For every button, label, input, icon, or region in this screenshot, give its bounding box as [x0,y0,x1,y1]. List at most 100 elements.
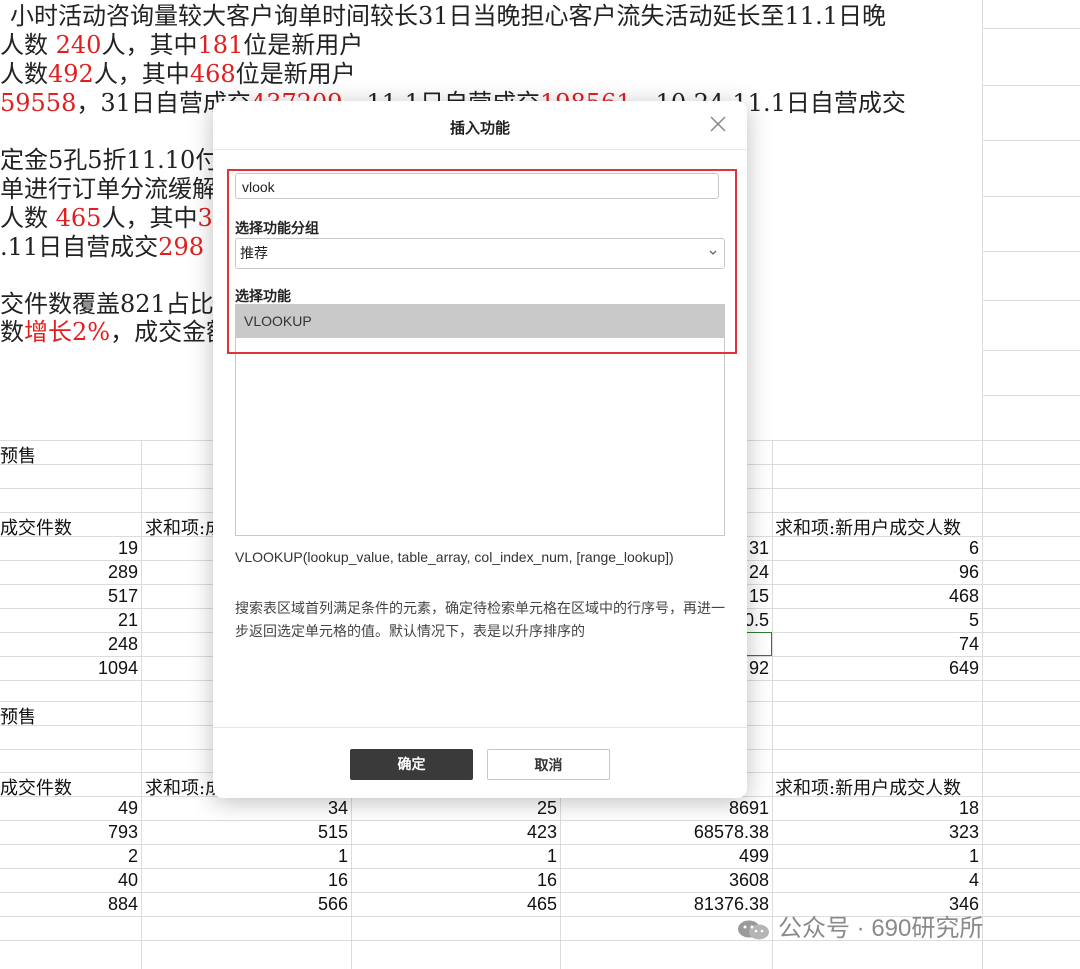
document-text: 位是新用户 [235,60,356,88]
table-cell-d[interactable]: 68578.38 [694,822,769,843]
document-text: 小时活动咨询量较大客户询单时间较长31日当晚担心客户流失活动延长至11.1日晚 [10,2,886,30]
table-cell-a[interactable]: 517 [108,586,138,607]
table-cell-d[interactable]: 8691 [729,798,769,819]
ok-button[interactable]: 确定 [350,749,473,780]
table2-header-e[interactable]: 求和项:新用户成交人数 [775,774,961,800]
table-cell-d[interactable]: 92 [749,658,769,679]
document-text: 人，其中 [93,60,190,88]
highlight-number: 增长2% [24,318,111,346]
table-cell-e[interactable]: 96 [959,562,979,583]
grid-row-line [982,196,1080,197]
table-cell-c[interactable]: 25 [537,798,557,819]
dialog-footer-divider [213,727,747,728]
document-line: 数增长2%，成交金额 [0,318,230,346]
table1-header-a[interactable]: 成交件数 [0,514,72,540]
dialog-header-divider [213,149,747,150]
document-line: 人数 240人，其中181位是新用户 [0,31,363,59]
grid-row-line [0,844,1080,845]
table-cell-e[interactable]: 4 [969,870,979,891]
table-cell-b[interactable]: 34 [328,798,348,819]
table-cell-a[interactable]: 40 [118,870,138,891]
highlight-number: 3 [197,204,213,232]
table2-header-a[interactable]: 成交件数 [0,774,72,800]
table1-header-e[interactable]: 求和项:新用户成交人数 [775,514,961,540]
close-icon[interactable] [707,113,729,135]
watermark: 公众号 · 690研究所 [736,908,983,943]
highlight-number: 181 [197,31,244,59]
table-cell-d[interactable]: 499 [739,846,769,867]
document-text: .11日自营成交 [0,233,159,261]
grid-row-line [0,820,1080,821]
table-cell-a[interactable]: 793 [108,822,138,843]
document-text: 人，其中 [101,204,198,232]
table-cell-e[interactable]: 74 [959,634,979,655]
table-cell-a[interactable]: 884 [108,894,138,915]
table1-section-label[interactable]: 预售 [0,442,36,468]
table2-header-b[interactable]: 求和项:成 [145,774,223,800]
table-cell-c[interactable]: 1 [547,846,557,867]
table-cell-e[interactable]: 5 [969,610,979,631]
grid-row-line [0,868,1080,869]
table-cell-c[interactable]: 423 [527,822,557,843]
table-cell-e[interactable]: 1 [969,846,979,867]
table1-header-b[interactable]: 求和项:成 [145,514,223,540]
document-text: 交件数覆盖821占比 [0,290,214,318]
table-cell-b[interactable]: 1 [338,846,348,867]
table-cell-b[interactable]: 16 [328,870,348,891]
table-cell-b[interactable]: 515 [318,822,348,843]
table-cell-e[interactable]: 468 [949,586,979,607]
table-cell-a[interactable]: 49 [118,798,138,819]
grid-col-line [982,0,983,969]
highlight-number: 240 [55,31,102,59]
document-text: 位是新用户 [243,31,364,59]
grid-row-line [982,85,1080,86]
table-cell-e[interactable]: 649 [949,658,979,679]
grid-col-line [772,440,773,969]
table-cell-b[interactable]: 566 [318,894,348,915]
cancel-button[interactable]: 取消 [487,749,610,780]
highlight-number: 465 [55,204,102,232]
table-cell-a[interactable]: 1094 [98,658,138,679]
table-cell-d[interactable]: 31 [749,538,769,559]
table2-section-label[interactable]: 预售 [0,703,36,729]
grid-row-line [0,892,1080,893]
table-cell-e[interactable]: 323 [949,822,979,843]
table-cell-d[interactable]: 24 [749,562,769,583]
grid-row-line [982,140,1080,141]
function-syntax: VLOOKUP(lookup_value, table_array, col_i… [235,549,674,565]
table-cell-d[interactable]: 3608 [729,870,769,891]
table-cell-e[interactable]: 18 [959,798,979,819]
document-text: 数 [0,318,24,346]
table-cell-a[interactable]: 289 [108,562,138,583]
table-cell-d[interactable]: 15 [749,586,769,607]
table-cell-a[interactable]: 19 [118,538,138,559]
table-cell-c[interactable]: 465 [527,894,557,915]
function-description: 搜索表区域首列满足条件的元素，确定待检索单元格在区域中的行序号，再进一步返回选定… [235,600,725,639]
table-cell-d[interactable]: 0.5 [744,610,769,631]
document-line: 单进行订单分流缓解 [0,175,216,203]
table-cell-a[interactable]: 21 [118,610,138,631]
highlight-number: 59558 [0,89,77,117]
grid-row-line [982,28,1080,29]
table-cell-a[interactable]: 248 [108,634,138,655]
highlight-number: 298 [158,233,204,261]
table-cell-a[interactable]: 2 [128,846,138,867]
dialog-title: 插入功能 [449,120,510,137]
document-text: 人数 [0,31,56,59]
grid-row-line [982,350,1080,351]
document-line: .11日自营成交298 [0,233,204,261]
grid-row-line [982,395,1080,396]
table-cell-e[interactable]: 6 [969,538,979,559]
document-line: 交件数覆盖821占比 [0,290,214,318]
document-line: 人数 465人，其中3 [0,204,213,232]
grid-row-line [982,300,1080,301]
table-cell-c[interactable]: 16 [537,870,557,891]
grid-col-line [141,440,142,969]
document-text: 定金5孔5折11.10付 [0,146,220,174]
wechat-icon [738,920,769,940]
document-text: 人数 [0,204,56,232]
watermark-text: 公众号 · 690研究所 [778,915,984,942]
document-text: 人数 [0,60,48,88]
grid-row-line [982,251,1080,252]
annotation-highlight-box [227,169,737,354]
